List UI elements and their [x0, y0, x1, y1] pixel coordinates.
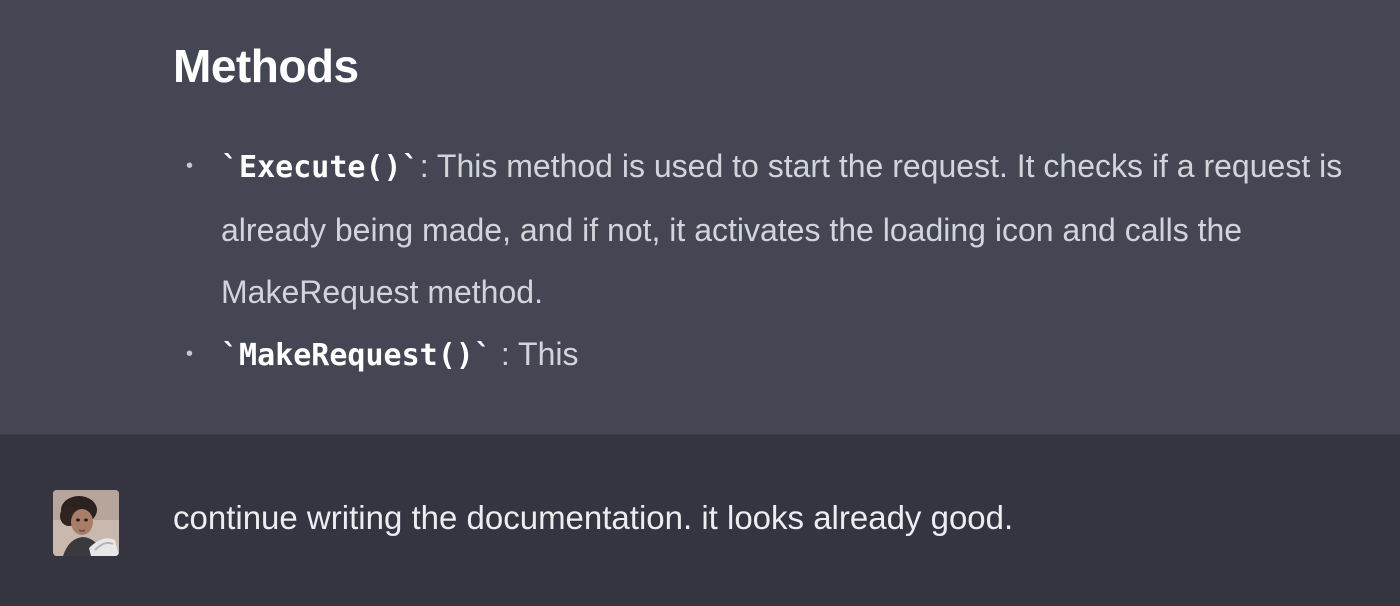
list-item-execute: • `Execute()`: This method is used to st…: [0, 135, 1400, 323]
methods-list: • `Execute()`: This method is used to st…: [0, 135, 1400, 387]
inline-code-makerequest: `MakeRequest()`: [221, 338, 492, 373]
bullet-icon: •: [186, 155, 194, 177]
user-message-text: continue writing the documentation. it l…: [173, 499, 1014, 536]
chat-view: Methods • `Execute()`: This method is us…: [0, 0, 1400, 606]
bullet-icon: •: [186, 343, 194, 365]
assistant-message: Methods • `Execute()`: This method is us…: [0, 0, 1400, 434]
list-item-makerequest: • `MakeRequest()` : This: [0, 323, 1400, 387]
section-heading: Methods: [173, 40, 359, 92]
user-avatar-icon: [53, 490, 119, 556]
list-item-text: : This: [491, 336, 579, 372]
inline-code-execute: `Execute()`: [221, 150, 420, 185]
